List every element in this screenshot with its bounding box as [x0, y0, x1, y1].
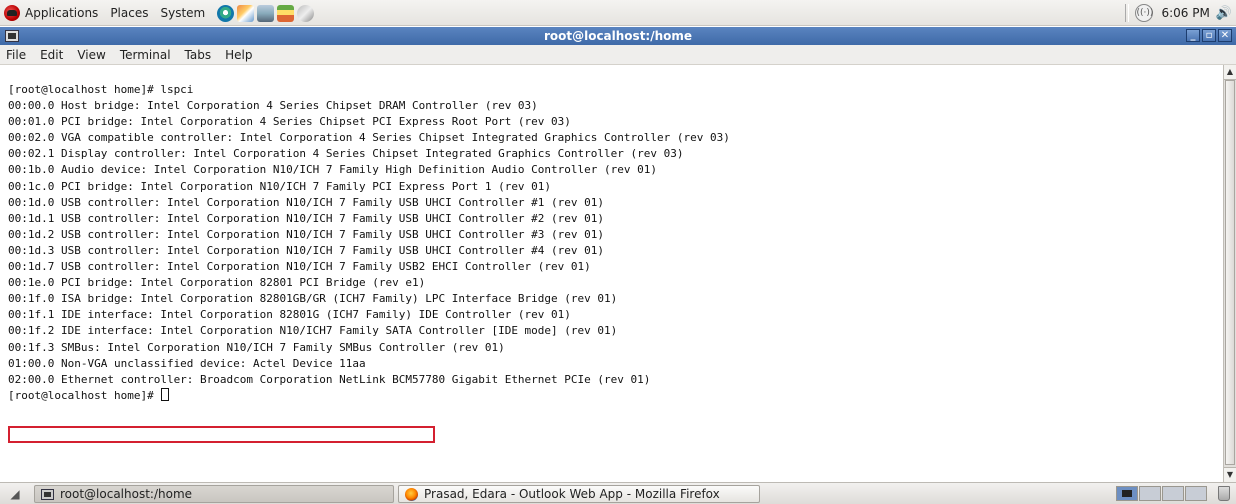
workspace-3[interactable] [1162, 486, 1184, 501]
terminal-window-icon [41, 488, 54, 500]
window-titlebar[interactable]: root@localhost:/home _ ▫ ✕ [0, 27, 1236, 45]
workspace-2[interactable] [1139, 486, 1161, 501]
terminal-line: 00:01.0 PCI bridge: Intel Corporation 4 … [8, 115, 571, 129]
scroll-down-arrow-icon[interactable]: ▼ [1224, 467, 1236, 482]
window-title: root@localhost:/home [543, 29, 693, 43]
terminal-line: 00:1b.0 Audio device: Intel Corporation … [8, 163, 658, 177]
system-menu[interactable]: System [160, 6, 205, 20]
taskbar-item-terminal[interactable]: root@localhost:/home [34, 485, 394, 503]
fedora-logo-icon[interactable] [4, 5, 20, 21]
menu-view[interactable]: View [77, 48, 105, 62]
terminal-line: 00:1c.0 PCI bridge: Intel Corporation N1… [8, 179, 552, 193]
terminal-line: 00:1d.1 USB controller: Intel Corporatio… [8, 211, 605, 225]
terminal-line: 00:00.0 Host bridge: Intel Corporation 4… [8, 99, 538, 113]
terminal-prompt: [root@localhost home]# [8, 388, 161, 402]
window-controls: _ ▫ ✕ [1184, 29, 1232, 42]
terminal-window-icon[interactable] [5, 30, 19, 42]
taskbar-item-label: root@localhost:/home [60, 487, 193, 501]
show-desktop-icon[interactable]: ◢ [6, 486, 24, 501]
clock[interactable]: 6:06 PM [1161, 6, 1209, 20]
terminal-line: 00:1d.0 USB controller: Intel Corporatio… [8, 195, 605, 209]
terminal-line-highlighted: 01:00.0 Non-VGA unclassified device: Act… [8, 356, 366, 370]
menu-tabs[interactable]: Tabs [185, 48, 212, 62]
terminal-line: 00:1d.2 USB controller: Intel Corporatio… [8, 227, 605, 241]
menu-help[interactable]: Help [225, 48, 252, 62]
menu-edit[interactable]: Edit [40, 48, 63, 62]
terminal-line: 02:00.0 Ethernet controller: Broadcom Co… [8, 372, 651, 386]
close-button[interactable]: ✕ [1218, 29, 1232, 42]
maximize-button[interactable]: ▫ [1202, 29, 1216, 42]
network-status-icon[interactable]: ((·)) [1135, 4, 1154, 22]
red-highlight-box [8, 426, 435, 443]
terminal-line: 00:1d.7 USB controller: Intel Corporatio… [8, 260, 591, 274]
taskbar-item-label: Prasad, Edara - Outlook Web App - Mozill… [424, 487, 720, 501]
taskbar-item-firefox[interactable]: Prasad, Edara - Outlook Web App - Mozill… [398, 485, 760, 503]
browser-icon[interactable] [217, 4, 235, 22]
scroll-up-arrow-icon[interactable]: ▲ [1224, 65, 1236, 80]
terminal-line: 00:1d.3 USB controller: Intel Corporatio… [8, 243, 605, 257]
terminal-line: 00:1f.1 IDE interface: Intel Corporation… [8, 308, 571, 322]
panel-separator [1125, 4, 1130, 22]
terminal-line: [root@localhost home]# lspci [8, 83, 194, 96]
image-icon[interactable] [277, 4, 295, 22]
mail-icon[interactable] [237, 4, 255, 22]
applications-menu[interactable]: Applications [25, 6, 98, 20]
terminal-line: 00:1f.2 IDE interface: Intel Corporation… [8, 324, 618, 338]
workspace-4[interactable] [1185, 486, 1207, 501]
terminal-lines: [root@localhost home]# lspci 00:00.0 Hos… [8, 82, 730, 404]
places-menu[interactable]: Places [110, 6, 148, 20]
minimize-button[interactable]: _ [1186, 29, 1200, 42]
menu-file[interactable]: File [6, 48, 26, 62]
top-panel-left: Applications Places System [4, 3, 317, 23]
top-panel-right: ((·)) 6:06 PM 🔊 [1125, 3, 1232, 23]
disk-icon[interactable] [297, 4, 315, 22]
text-cursor [161, 387, 170, 401]
terminal-prompt-line: [root@localhost home]# [8, 387, 730, 404]
volume-icon[interactable]: 🔊 [1216, 6, 1232, 21]
workspace-1[interactable] [1116, 486, 1138, 501]
terminal-line: 00:02.1 Display controller: Intel Corpor… [8, 147, 684, 161]
bottom-panel: ◢ root@localhost:/home Prasad, Edara - O… [0, 482, 1236, 504]
terminal-line: 00:1f.0 ISA bridge: Intel Corporation 82… [8, 292, 618, 306]
workspace-switcher [1116, 486, 1208, 501]
terminal-line: 00:1f.3 SMBus: Intel Corporation N10/ICH… [8, 340, 505, 354]
terminal-line: 00:02.0 VGA compatible controller: Intel… [8, 131, 730, 145]
network-icon[interactable] [257, 4, 275, 22]
menubar: File Edit View Terminal Tabs Help [0, 45, 1236, 65]
trash-icon[interactable] [1218, 486, 1230, 501]
firefox-icon [405, 487, 418, 501]
menu-terminal[interactable]: Terminal [120, 48, 171, 62]
terminal-line: 00:1e.0 PCI bridge: Intel Corporation 82… [8, 276, 426, 290]
scrollbar-thumb[interactable] [1225, 80, 1235, 465]
top-panel: Applications Places System ((·)) 6:06 PM… [0, 0, 1236, 26]
terminal-scrollbar[interactable]: ▲ ▼ [1223, 65, 1236, 482]
terminal-output[interactable]: [root@localhost home]# lspci 00:00.0 Hos… [0, 65, 1223, 482]
